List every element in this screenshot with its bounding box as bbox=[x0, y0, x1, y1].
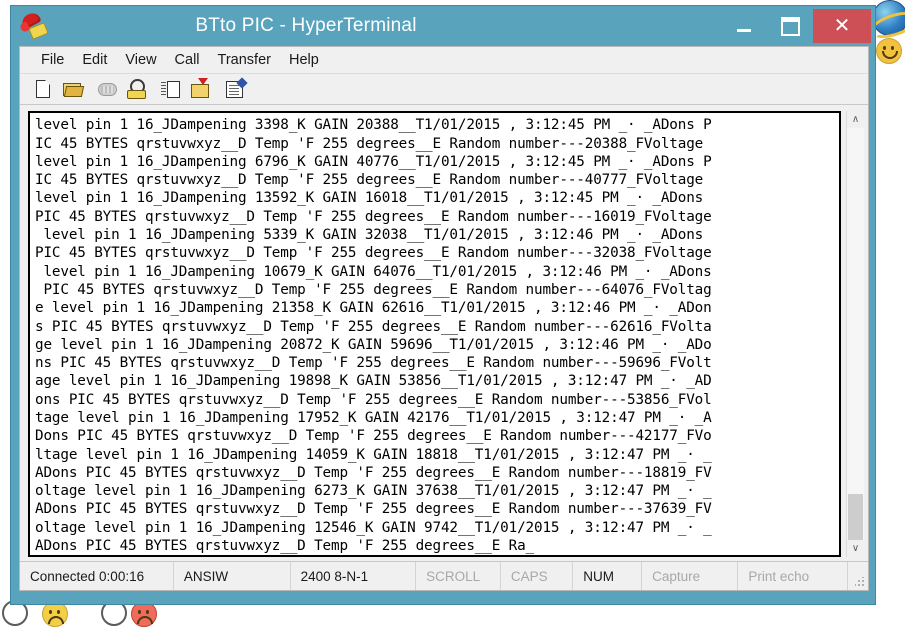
receive-file-icon[interactable] bbox=[189, 78, 211, 99]
terminal-line: level pin 1 16_JDampening 6796_K GAIN 40… bbox=[35, 153, 839, 171]
terminal-line: PIC 45 BYTES qrstuvwxyz__D Temp 'F 255 d… bbox=[35, 244, 839, 262]
terminal-line: ltage level pin 1 16_JDampening 14059_K … bbox=[35, 446, 839, 464]
terminal-line: Dons PIC 45 BYTES qrstuvwxyz__D Temp 'F … bbox=[35, 427, 839, 445]
modem-phone-icon bbox=[19, 12, 49, 38]
terminal-line: level pin 1 16_JDampening 13592_K GAIN 1… bbox=[35, 189, 839, 207]
status-scroll: SCROLL bbox=[416, 562, 501, 590]
terminal-line: level pin 1 16_JDampening 10679_K GAIN 6… bbox=[35, 263, 839, 281]
terminal-line: ADons PIC 45 BYTES qrstuvwxyz__D Temp 'F… bbox=[35, 537, 839, 555]
menubar: File Edit View Call Transfer Help bbox=[20, 47, 868, 74]
close-button[interactable]: ✕ bbox=[813, 9, 871, 43]
open-file-icon[interactable] bbox=[61, 78, 83, 99]
terminal-line: oltage level pin 1 16_JDampening 12546_K… bbox=[35, 519, 839, 537]
status-caps: CAPS bbox=[501, 562, 573, 590]
scroll-up-button[interactable]: ∧ bbox=[847, 111, 864, 128]
smiley-mouth bbox=[882, 51, 898, 59]
terminal-line: e level pin 1 16_JDampening 21358_K GAIN… bbox=[35, 299, 839, 317]
sad-eye-right bbox=[57, 610, 60, 614]
sad-mouth bbox=[48, 616, 64, 624]
terminal-line: PIC 45 BYTES qrstuvwxyz__D Temp 'F 255 d… bbox=[35, 281, 839, 299]
new-connection-icon[interactable] bbox=[32, 78, 54, 99]
hyperterminal-window: BTto PIC - HyperTerminal ✕ File Edit Vie… bbox=[10, 5, 876, 605]
minimize-button[interactable] bbox=[721, 9, 767, 43]
status-connected: Connected 0:00:16 bbox=[20, 562, 174, 590]
scroll-down-button[interactable]: ∨ bbox=[847, 540, 864, 557]
smiley-eye-left bbox=[883, 46, 886, 50]
maximize-button[interactable] bbox=[767, 9, 813, 43]
terminal-line: age level pin 1 16_JDampening 19898_K GA… bbox=[35, 372, 839, 390]
terminal-output[interactable]: level pin 1 16_JDampening 3398_K GAIN 20… bbox=[28, 111, 841, 557]
angry-eye-left bbox=[138, 610, 141, 614]
window-client-area: File Edit View Call Transfer Help bbox=[19, 46, 869, 591]
status-filler bbox=[848, 562, 868, 590]
status-protocol: ANSIW bbox=[174, 562, 291, 590]
disconnect-icon[interactable] bbox=[96, 78, 118, 99]
angry-mouth bbox=[137, 616, 153, 624]
send-file-icon[interactable] bbox=[160, 78, 182, 99]
terminal-line: ns PIC 45 BYTES qrstuvwxyz__D Temp 'F 25… bbox=[35, 354, 839, 372]
toolbar bbox=[20, 74, 868, 106]
terminal-scrollbar[interactable]: ∧ ∨ bbox=[846, 111, 864, 557]
statusbar: Connected 0:00:16 ANSIW 2400 8-N-1 SCROL… bbox=[20, 561, 868, 590]
resize-grip[interactable] bbox=[855, 577, 865, 587]
terminal-line: IC 45 BYTES qrstuvwxyz__D Temp 'F 255 de… bbox=[35, 171, 839, 189]
window-title: BTto PIC - HyperTerminal bbox=[11, 15, 721, 37]
smiley-eye-right bbox=[891, 46, 894, 50]
menu-call[interactable]: Call bbox=[166, 50, 209, 70]
internet-explorer-icon[interactable] bbox=[872, 0, 905, 36]
menu-file[interactable]: File bbox=[32, 50, 73, 70]
terminal-line: PIC 45 BYTES qrstuvwxyz__D Temp 'F 255 d… bbox=[35, 208, 839, 226]
terminal-line: level pin 1 16_JDampening 5339_K GAIN 32… bbox=[35, 226, 839, 244]
terminal-line: IC 45 BYTES qrstuvwxyz__D Temp 'F 255 de… bbox=[35, 135, 839, 153]
menu-edit[interactable]: Edit bbox=[73, 50, 116, 70]
terminal-line: ge level pin 1 16_JDampening 20872_K GAI… bbox=[35, 336, 839, 354]
sad-eye-left bbox=[49, 610, 52, 614]
window-titlebar[interactable]: BTto PIC - HyperTerminal ✕ bbox=[11, 6, 875, 46]
terminal-line: ADons PIC 45 BYTES qrstuvwxyz__D Temp 'F… bbox=[35, 500, 839, 518]
terminal-line: s PIC 45 BYTES qrstuvwxyz__D Temp 'F 255… bbox=[35, 318, 839, 336]
terminal-line: level pin 1 16_JDampening 3398_K GAIN 20… bbox=[35, 116, 839, 134]
terminal-line: ADons PIC 45 BYTES qrstuvwxyz__D Temp 'F… bbox=[35, 464, 839, 482]
call-icon[interactable] bbox=[125, 78, 147, 99]
smiley-icon-right[interactable] bbox=[876, 38, 902, 64]
scrollbar-track[interactable] bbox=[847, 128, 864, 540]
status-num: NUM bbox=[573, 562, 642, 590]
terminal-area: level pin 1 16_JDampening 3398_K GAIN 20… bbox=[20, 105, 868, 561]
terminal-line: ons PIC 45 BYTES qrstuvwxyz__D Temp 'F 2… bbox=[35, 391, 839, 409]
status-capture: Capture bbox=[642, 562, 738, 590]
scrollbar-thumb[interactable] bbox=[848, 494, 863, 540]
terminal-line: tage level pin 1 16_JDampening 17952_K G… bbox=[35, 409, 839, 427]
menu-help[interactable]: Help bbox=[280, 50, 328, 70]
properties-icon[interactable] bbox=[224, 78, 246, 99]
status-baud: 2400 8-N-1 bbox=[291, 562, 417, 590]
angry-eye-right bbox=[146, 610, 149, 614]
terminal-line: oltage level pin 1 16_JDampening 6273_K … bbox=[35, 482, 839, 500]
menu-transfer[interactable]: Transfer bbox=[209, 50, 280, 70]
menu-view[interactable]: View bbox=[116, 50, 165, 70]
status-print-echo: Print echo bbox=[738, 562, 848, 590]
